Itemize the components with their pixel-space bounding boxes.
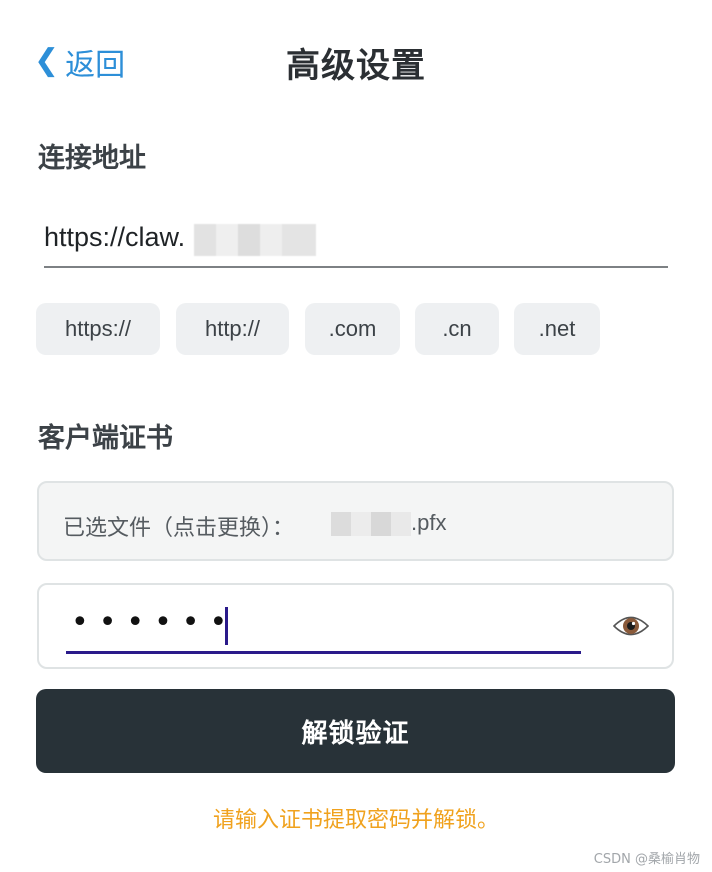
connection-section-label: 连接地址: [38, 143, 146, 174]
header: ❮ 返回 高级设置: [0, 0, 712, 124]
chip-https[interactable]: https://: [36, 303, 160, 355]
hint-text: 请输入证书提取密码并解锁。: [212, 808, 499, 833]
certificate-file-selector[interactable]: 已选文件（点击更换）： .pfx: [37, 481, 674, 561]
unlock-verify-button[interactable]: 解锁验证: [36, 689, 675, 773]
url-redacted-region: [194, 224, 316, 256]
file-extension: .pfx: [411, 510, 447, 535]
chip-net[interactable]: .net: [514, 303, 600, 355]
url-input-value: https://claw.: [44, 222, 186, 252]
password-input[interactable]: ••••••: [71, 605, 237, 640]
certificate-password-field[interactable]: ••••••: [37, 583, 674, 669]
certificate-section-label: 客户端证书: [38, 423, 173, 454]
chip-http[interactable]: http://: [176, 303, 289, 355]
url-input[interactable]: https://claw.: [44, 214, 668, 268]
eye-icon[interactable]: [613, 611, 649, 641]
page-title: 高级设置: [286, 46, 426, 86]
chip-com[interactable]: .com: [305, 303, 400, 355]
watermark: CSDN @桑榆肖物: [593, 852, 700, 867]
text-caret: [225, 607, 228, 645]
chip-cn[interactable]: .cn: [415, 303, 499, 355]
advanced-settings-page: ❮ 返回 高级设置 连接地址 https://claw. https:// ht…: [0, 0, 712, 872]
file-name-redacted: [331, 512, 411, 536]
password-focus-underline: [66, 651, 581, 654]
selected-file-label: 已选文件（点击更换）：: [63, 516, 295, 541]
